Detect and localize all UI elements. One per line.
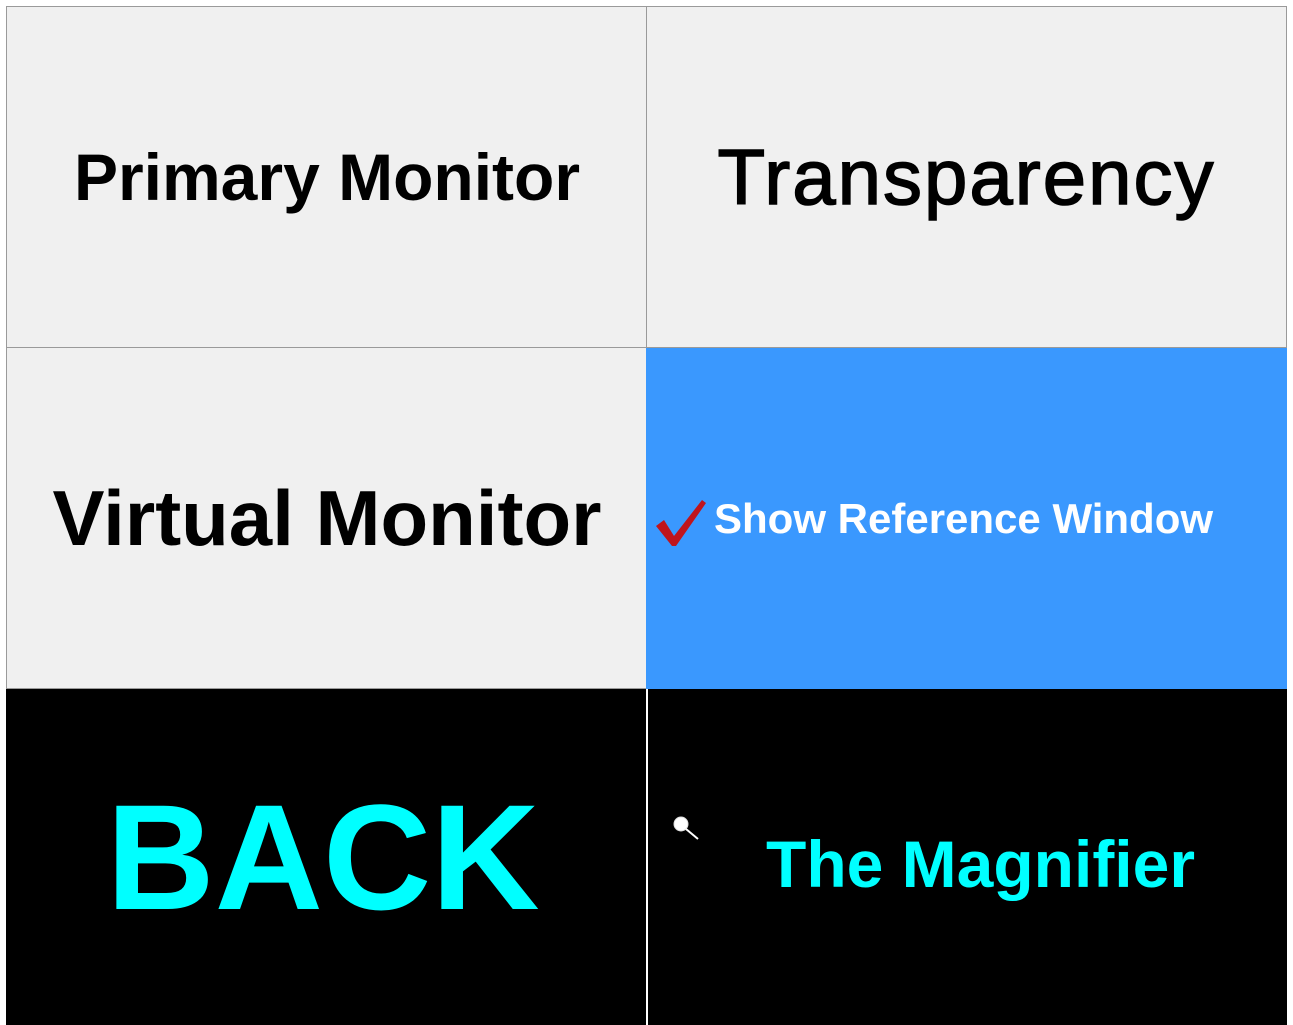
magnifier-button[interactable]: The Magnifier bbox=[648, 689, 1287, 1025]
primary-monitor-label: Primary Monitor bbox=[73, 140, 581, 214]
show-reference-window-toggle[interactable]: Show Reference Window bbox=[646, 348, 1287, 689]
show-reference-window-label: Show Reference Window bbox=[714, 494, 1214, 542]
back-button[interactable]: BACK bbox=[6, 689, 646, 1025]
check-icon bbox=[656, 499, 706, 546]
back-label: BACK bbox=[106, 773, 540, 941]
magnifier-icon bbox=[673, 816, 699, 840]
virtual-monitor-label: Virtual Monitor bbox=[52, 474, 602, 562]
virtual-monitor-button[interactable]: Virtual Monitor bbox=[6, 347, 647, 689]
transparency-button[interactable]: Transparency bbox=[646, 6, 1287, 348]
menu-grid: Primary Monitor Transparency Virtual Mon… bbox=[6, 6, 1287, 1025]
the-magnifier-label: The Magnifier bbox=[766, 827, 1196, 901]
primary-monitor-button[interactable]: Primary Monitor bbox=[6, 6, 647, 348]
transparency-label: Transparency bbox=[717, 133, 1216, 221]
